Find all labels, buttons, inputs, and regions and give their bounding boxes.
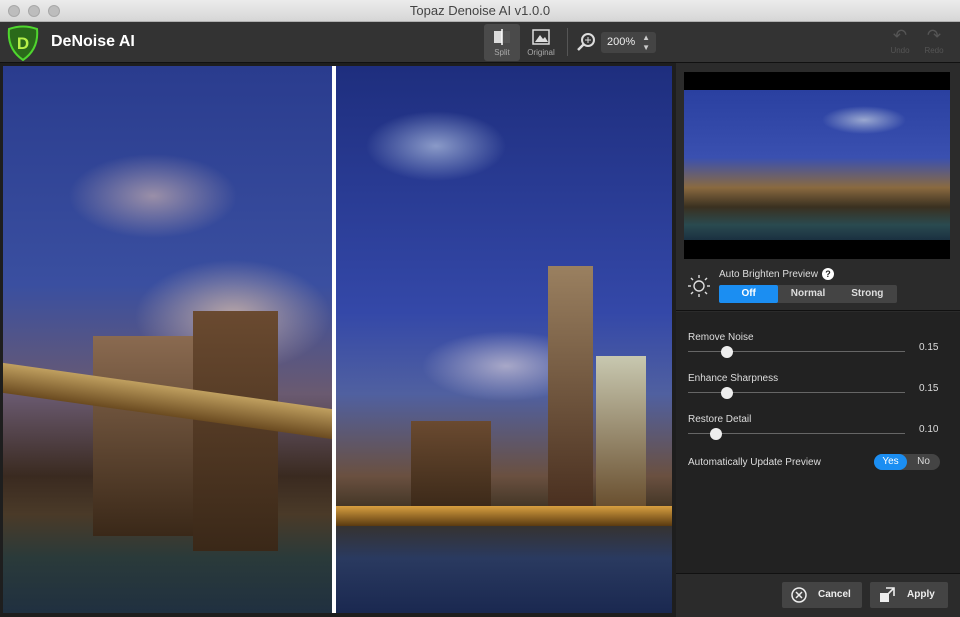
auto-update-yes[interactable]: Yes xyxy=(874,454,907,470)
minimize-button[interactable] xyxy=(28,5,40,17)
apply-label: Apply xyxy=(907,589,935,600)
slider-value: 0.15 xyxy=(919,383,939,394)
slider-label: Remove Noise xyxy=(688,332,754,343)
close-button[interactable] xyxy=(8,5,20,17)
enhance-sharpness-slider[interactable]: Enhance Sharpness 0.15 xyxy=(688,373,948,399)
slider-knob[interactable] xyxy=(721,387,734,399)
thumbnail-image xyxy=(684,90,950,240)
image-preview[interactable] xyxy=(3,66,672,613)
navigator-thumbnail[interactable] xyxy=(684,72,950,259)
cancel-label: Cancel xyxy=(818,589,851,600)
brighten-off-option[interactable]: Off xyxy=(719,285,779,303)
auto-update-no[interactable]: No xyxy=(907,454,940,470)
redo-label: Redo xyxy=(924,46,944,55)
toolbar: D DeNoise AI Split Original 200% ▲ ▼ ↶ Undo… xyxy=(0,22,960,63)
slider-label: Enhance Sharpness xyxy=(688,373,779,384)
slider-value: 0.15 xyxy=(919,342,939,353)
brighten-strong-option[interactable]: Strong xyxy=(838,285,897,303)
remove-noise-slider[interactable]: Remove Noise 0.15 xyxy=(688,332,948,358)
zoom-icon[interactable] xyxy=(576,32,596,52)
cancel-icon xyxy=(791,587,807,603)
zoom-value: 200% xyxy=(607,36,636,48)
cancel-button[interactable]: Cancel xyxy=(782,582,862,608)
redo-button[interactable]: ↷ Redo xyxy=(919,26,949,55)
undo-label: Undo xyxy=(890,46,910,55)
slider-knob[interactable] xyxy=(710,428,723,440)
redo-icon: ↷ xyxy=(926,26,942,45)
slider-label: Restore Detail xyxy=(688,414,752,425)
adjustments-section: Remove Noise 0.15 Enhance Sharpness 0.15 R… xyxy=(676,312,960,574)
settings-panel: Auto Brighten Preview? Off Normal Strong… xyxy=(676,63,960,617)
apply-button[interactable]: Apply xyxy=(870,582,948,608)
original-image-half xyxy=(3,66,332,613)
apply-icon xyxy=(880,587,895,602)
window-title: Topaz Denoise AI v1.0.0 xyxy=(409,3,551,18)
svg-text:D: D xyxy=(17,34,29,53)
denoise-logo-icon: D xyxy=(7,25,39,61)
undo-icon: ↶ xyxy=(892,26,908,45)
app-name: DeNoise AI xyxy=(51,33,135,50)
original-label: Original xyxy=(527,48,555,57)
undo-button[interactable]: ↶ Undo xyxy=(885,26,915,55)
auto-update-toggle[interactable]: Yes No xyxy=(874,454,940,470)
slider-value: 0.10 xyxy=(919,424,939,435)
processed-image-half xyxy=(336,66,672,613)
brighten-normal-option[interactable]: Normal xyxy=(778,285,837,303)
title-bar: Topaz Denoise AI v1.0.0 xyxy=(0,0,960,22)
auto-brighten-section: Auto Brighten Preview? Off Normal Strong xyxy=(676,259,960,311)
help-icon[interactable]: ? xyxy=(821,268,834,280)
zoom-level-select[interactable]: 200% ▲ ▼ xyxy=(601,32,656,53)
zoom-button[interactable] xyxy=(48,5,60,17)
window-controls[interactable] xyxy=(8,5,60,17)
toolbar-divider xyxy=(567,28,568,56)
restore-detail-slider[interactable]: Restore Detail 0.10 xyxy=(688,414,948,440)
slider-knob[interactable] xyxy=(721,346,734,358)
auto-brighten-label: Auto Brighten Preview xyxy=(719,269,818,280)
split-view-button[interactable]: Split xyxy=(484,24,520,61)
image-icon xyxy=(532,29,550,45)
sun-icon xyxy=(688,275,710,297)
stepper-arrows-icon: ▲ ▼ xyxy=(642,33,650,52)
split-icon xyxy=(494,29,510,45)
original-view-button[interactable]: Original xyxy=(523,24,559,61)
auto-brighten-segmented-control[interactable]: Off Normal Strong xyxy=(719,285,897,303)
auto-update-label: Automatically Update Preview xyxy=(688,457,821,468)
split-label: Split xyxy=(494,48,510,57)
